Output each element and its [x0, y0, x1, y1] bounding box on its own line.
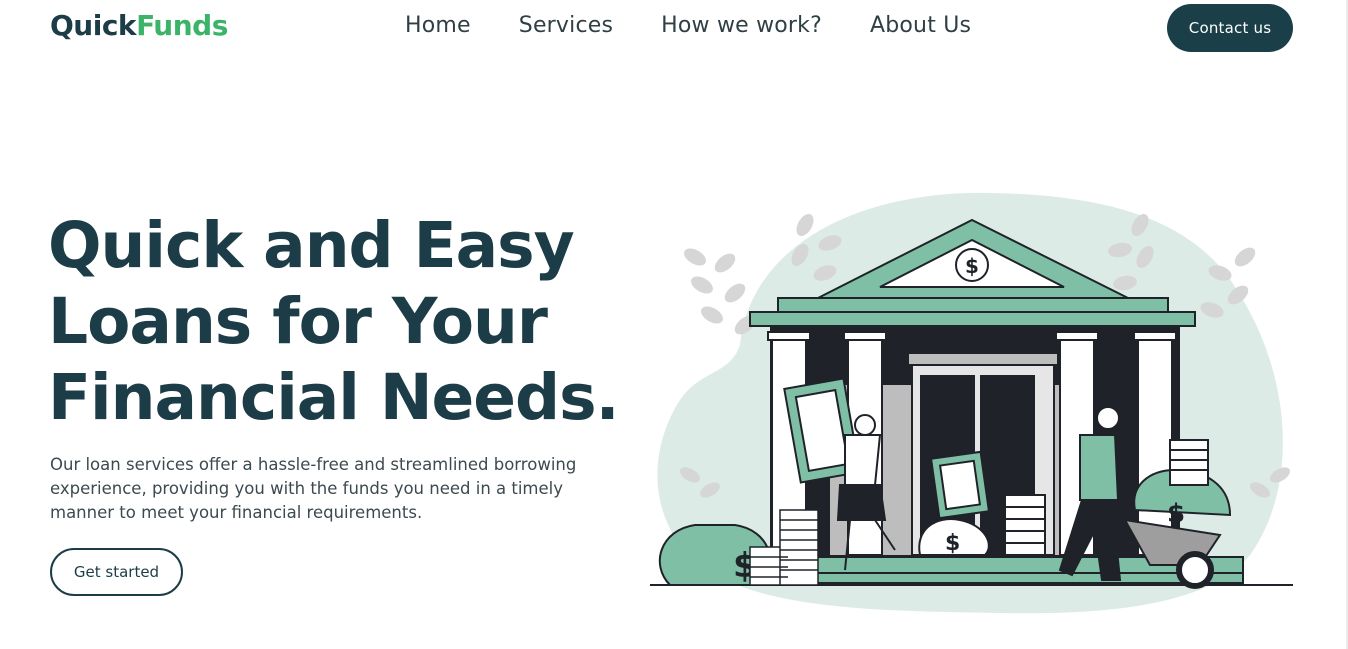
contact-us-button[interactable]: Contact us — [1167, 4, 1293, 52]
center-bag-symbol: $ — [945, 531, 960, 556]
nav-link-about-us[interactable]: About Us — [870, 13, 971, 38]
hero-title-line-2: Loans for Your — [48, 285, 548, 358]
hero-description: Our loan services offer a hassle-free an… — [50, 455, 577, 522]
bank-door — [907, 352, 1059, 366]
nav-links: Home Services How we work? About Us — [405, 13, 1019, 38]
nav-link-home[interactable]: Home — [405, 13, 471, 38]
hero-title: Quick and Easy Loans for Your Financial … — [48, 208, 648, 436]
hero-title-line-3: Financial Needs. — [48, 361, 620, 434]
logo-part-quick: Quick — [50, 9, 137, 42]
logo[interactable]: QuickFunds — [50, 9, 228, 42]
logo-part-funds: Funds — [136, 9, 228, 42]
nav-link-how-we-work[interactable]: How we work? — [661, 13, 822, 38]
navbar: QuickFunds Home Services How we work? Ab… — [0, 0, 1346, 56]
bank-illustration: $ $ $ $ — [650, 192, 1293, 614]
wheelbarrow-bag-symbol: $ — [1167, 499, 1185, 529]
get-started-button[interactable]: Get started — [50, 548, 183, 596]
hero-title-line-1: Quick and Easy — [48, 209, 575, 282]
roof-coin-symbol: $ — [965, 254, 979, 278]
nav-link-services[interactable]: Services — [519, 13, 613, 38]
